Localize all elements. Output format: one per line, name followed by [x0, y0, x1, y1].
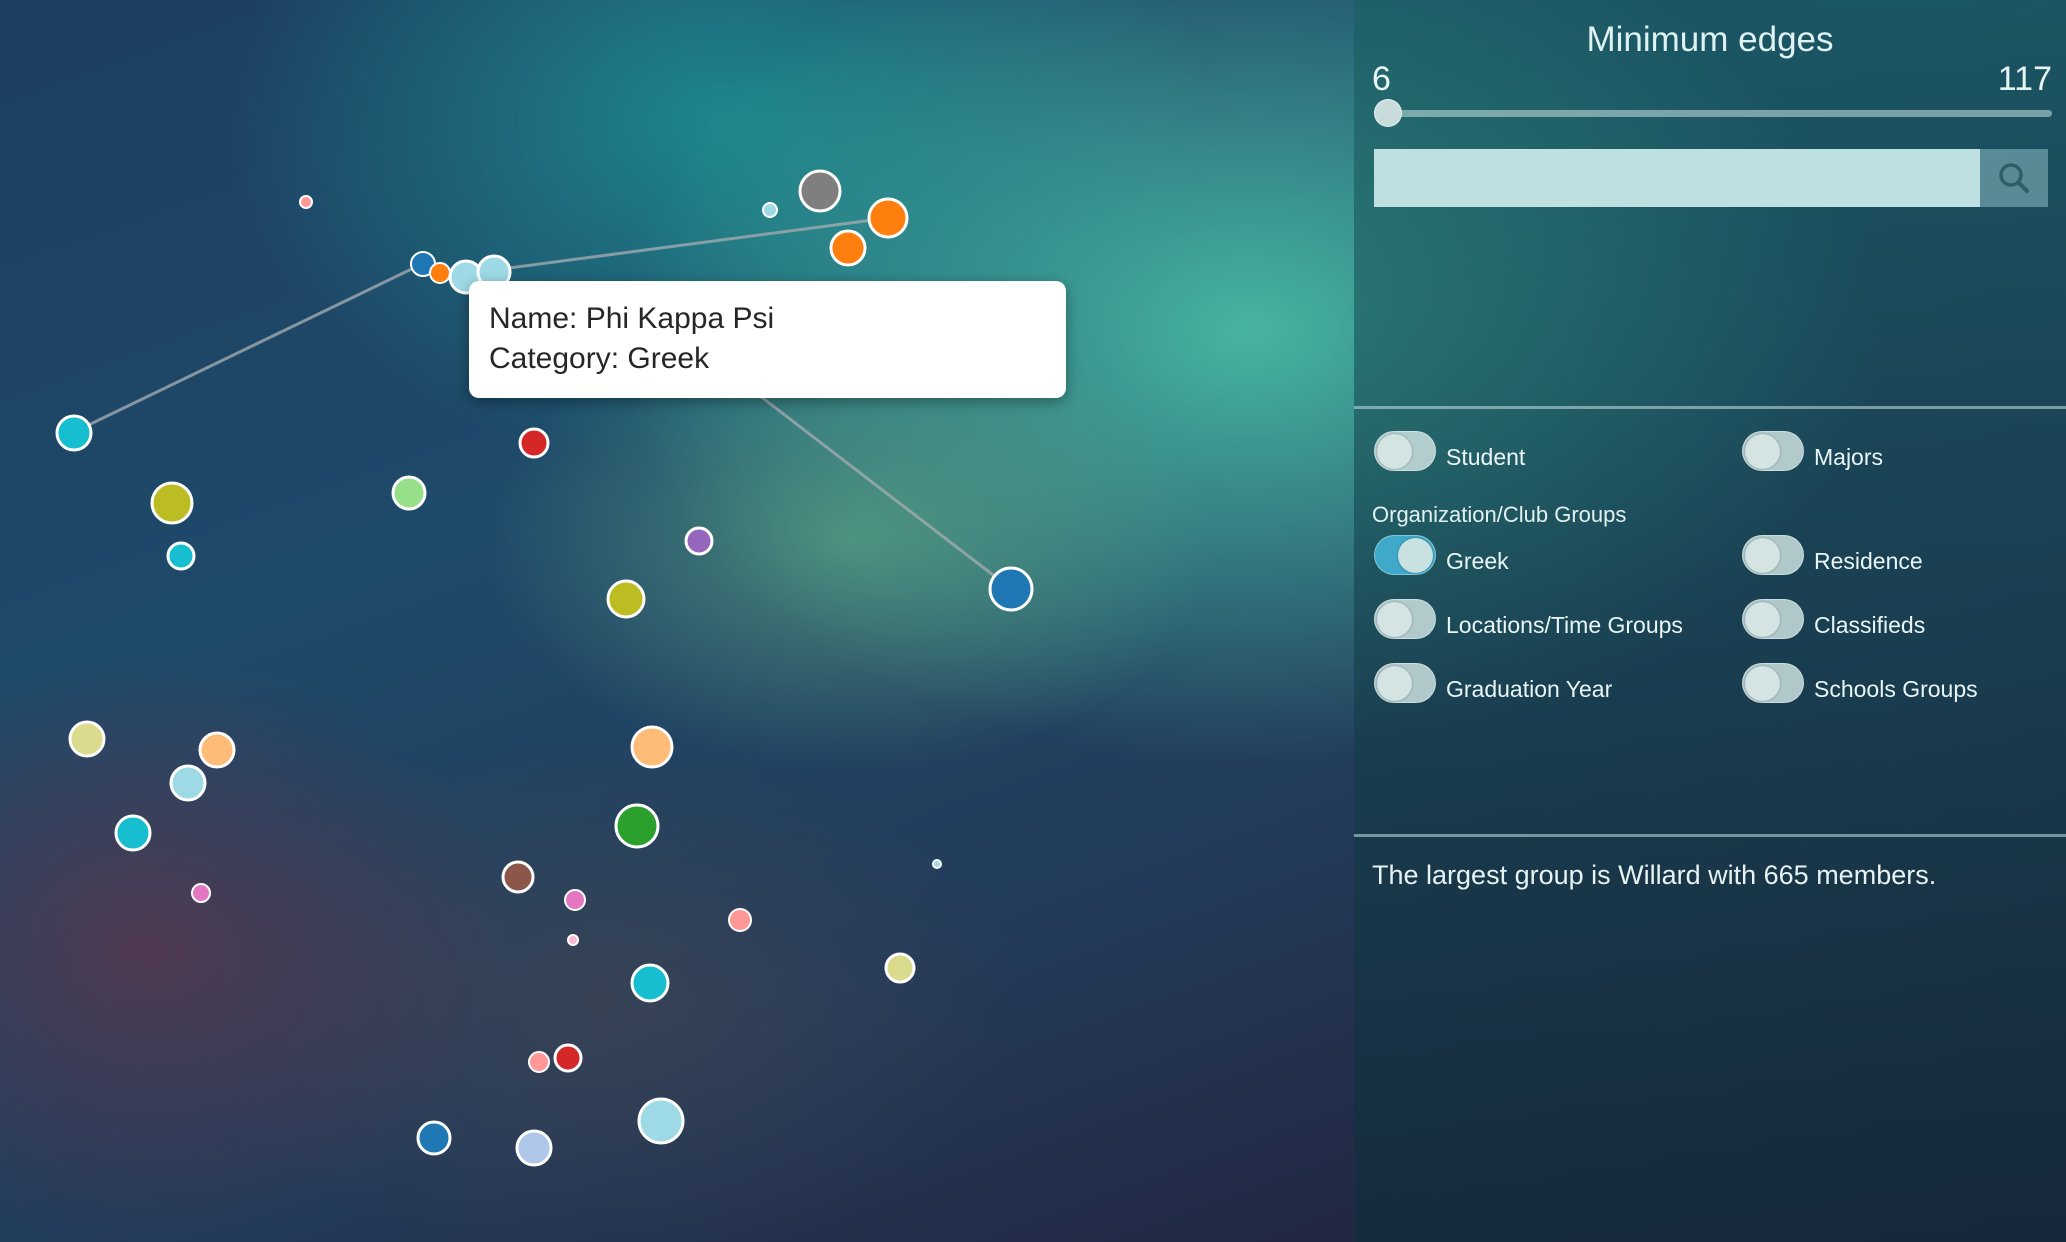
graph-node[interactable] — [553, 1043, 583, 1073]
toggle-thumb — [1377, 665, 1412, 701]
toggle-label: Majors — [1814, 444, 1884, 470]
graph-node[interactable] — [932, 859, 942, 869]
toggle-label: Residence — [1814, 548, 1923, 574]
graph-node[interactable] — [169, 764, 207, 802]
side-panel: Minimum edges 6 117 Student Majors Organ… — [1354, 0, 2066, 1242]
toggle-switch[interactable] — [1742, 534, 1804, 575]
node-tooltip: Name: Phi Kappa Psi Category: Greek — [469, 281, 1066, 398]
group-heading: Organization/Club Groups — [1372, 502, 1627, 527]
graph-node[interactable] — [528, 1051, 550, 1073]
graph-node[interactable] — [684, 526, 714, 556]
graph-node[interactable] — [614, 803, 660, 849]
search-icon — [1999, 163, 2029, 193]
graph-node[interactable] — [637, 1097, 685, 1145]
toggle-thumb — [1745, 537, 1780, 573]
graph-node[interactable] — [515, 1129, 553, 1167]
toggle-thumb — [1745, 601, 1780, 637]
slider-max-label: 117 — [1997, 60, 2052, 98]
graph-node[interactable] — [630, 963, 670, 1003]
graph-node[interactable] — [429, 262, 451, 284]
slider-title: Minimum edges — [1586, 20, 1834, 59]
graph-edge — [493, 216, 889, 272]
graph-node[interactable] — [567, 934, 579, 946]
toggle-thumb — [1745, 665, 1780, 701]
search-button[interactable] — [1980, 149, 2048, 207]
toggle-schools-groups[interactable]: Schools Groups — [1742, 662, 1978, 703]
toggle-label: Graduation Year — [1446, 676, 1613, 702]
graph-node[interactable] — [391, 475, 427, 511]
toggle-label: Greek — [1446, 548, 1509, 574]
search-input[interactable] — [1374, 149, 1980, 207]
graph-node[interactable] — [501, 860, 535, 894]
toggle-majors[interactable]: Majors — [1742, 430, 1883, 471]
graph-node[interactable] — [762, 202, 778, 218]
graph-node[interactable] — [884, 952, 916, 984]
toggle-thumb — [1745, 433, 1780, 469]
graph-node[interactable] — [829, 229, 867, 267]
toggle-label: Classifieds — [1814, 612, 1926, 638]
graph-node[interactable] — [150, 481, 194, 525]
graph-node[interactable] — [198, 731, 236, 769]
graph-node[interactable] — [630, 725, 674, 769]
toggle-switch[interactable] — [1742, 430, 1804, 471]
graph-node[interactable] — [68, 720, 106, 758]
graph-node[interactable] — [867, 197, 909, 239]
toggle-residence[interactable]: Residence — [1742, 534, 1923, 575]
toggle-thumb — [1398, 537, 1433, 573]
graph-node[interactable] — [299, 195, 313, 209]
toggle-switch[interactable] — [1374, 662, 1436, 703]
graph-edge — [759, 394, 1011, 590]
graph-node[interactable] — [166, 541, 196, 571]
graph-node[interactable] — [114, 814, 152, 852]
toggle-label: Schools Groups — [1814, 676, 1978, 702]
toggle-label: Locations/Time Groups — [1446, 612, 1683, 638]
graph-node[interactable] — [564, 889, 586, 911]
toggle-switch[interactable] — [1742, 662, 1804, 703]
toggle-locations-time-groups[interactable]: Locations/Time Groups — [1374, 598, 1683, 639]
graph-node[interactable] — [798, 169, 842, 213]
largest-group-info: The largest group is Willard with 665 me… — [1372, 860, 1937, 890]
toggle-student[interactable]: Student — [1374, 430, 1525, 471]
slider-min-label: 6 — [1372, 60, 1391, 98]
toggle-graduation-year[interactable]: Graduation Year — [1374, 662, 1612, 703]
toggle-greek[interactable]: Greek — [1374, 534, 1509, 575]
toggle-switch[interactable] — [1742, 598, 1804, 639]
network-graph[interactable]: Name: Phi Kappa Psi Category: Greek — [0, 0, 1354, 1242]
panel-divider — [1354, 834, 2066, 837]
graph-node[interactable] — [416, 1120, 452, 1156]
toggle-classifieds[interactable]: Classifieds — [1742, 598, 1925, 639]
graph-node[interactable] — [191, 883, 211, 903]
graph-canvas[interactable] — [0, 0, 1354, 1242]
toggle-thumb — [1377, 433, 1412, 469]
toggle-switch[interactable] — [1374, 598, 1436, 639]
graph-edge — [73, 261, 425, 434]
panel-divider — [1354, 406, 2066, 409]
toggle-switch[interactable] — [1374, 534, 1436, 575]
tooltip-name: Name: Phi Kappa Psi — [489, 302, 775, 335]
toggle-thumb — [1377, 601, 1412, 637]
graph-edges — [73, 216, 1011, 590]
toggle-switch[interactable] — [1374, 430, 1436, 471]
graph-node[interactable] — [606, 579, 646, 619]
minimum-edges-slider-track[interactable] — [1376, 110, 2052, 117]
tooltip-category: Category: Greek — [489, 342, 710, 375]
graph-node[interactable] — [518, 427, 550, 459]
graph-node[interactable] — [55, 414, 93, 452]
graph-node[interactable] — [988, 566, 1034, 612]
minimum-edges-slider-handle[interactable] — [1374, 99, 1402, 127]
toggle-label: Student — [1446, 444, 1526, 470]
graph-node[interactable] — [728, 908, 752, 932]
